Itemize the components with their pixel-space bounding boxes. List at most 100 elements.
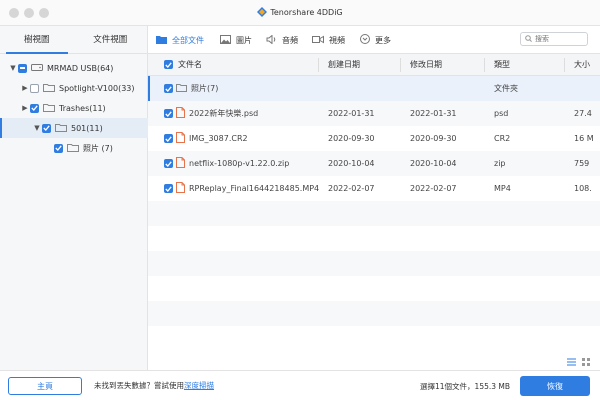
hint-text: 未找到丟失數據？嘗試使用	[94, 381, 184, 390]
file-type: MP4	[494, 184, 511, 193]
recover-button[interactable]: 恢復	[520, 376, 590, 396]
row-checkbox[interactable]	[164, 84, 173, 93]
empty-row	[148, 276, 600, 301]
home-button[interactable]: 主頁	[8, 377, 82, 395]
sidebar-tabs: 樹視圖 文件視圖	[0, 26, 147, 54]
filter-images[interactable]: 圖片	[220, 26, 252, 54]
file-size: 759	[574, 159, 590, 168]
file-icon	[176, 157, 185, 170]
folder-icon	[43, 83, 55, 94]
deep-scan-link[interactable]: 深度掃描	[184, 381, 214, 390]
audio-icon	[266, 33, 277, 46]
filter-more[interactable]: 更多	[360, 26, 391, 54]
tree-item-label: Trashes(11)	[59, 103, 106, 113]
tree-item-label: 501(11)	[71, 123, 103, 133]
row-checkbox[interactable]	[164, 134, 173, 143]
tree-checkbox[interactable]	[30, 83, 39, 93]
tree-item-photos[interactable]: 照片 (7)	[0, 138, 148, 158]
column-header-size[interactable]: 大小	[574, 54, 600, 75]
filter-label: 視頻	[329, 35, 345, 45]
expand-arrow-icon[interactable]: ▶	[20, 104, 30, 112]
filter-label: 更多	[375, 35, 391, 45]
file-created: 2020-09-30	[328, 134, 375, 143]
search-icon	[525, 34, 532, 44]
table-row[interactable]: 2022新年快樂.psd 2022-01-31 2022-01-31 psd 2…	[148, 101, 600, 126]
row-checkbox[interactable]	[164, 159, 173, 168]
file-type: psd	[494, 109, 509, 118]
file-size: 27.4	[574, 109, 592, 118]
file-icon	[176, 107, 185, 120]
table-row[interactable]: netflix-1080p-v1.22.0.zip 2020-10-04 202…	[148, 151, 600, 176]
file-name: IMG_3087.CR2	[189, 134, 248, 143]
folder-icon	[176, 83, 187, 94]
folder-icon	[55, 123, 67, 134]
file-icon	[176, 182, 185, 195]
empty-row	[148, 301, 600, 326]
expand-arrow-icon[interactable]: ▶	[20, 84, 30, 92]
tree-checkbox[interactable]	[30, 103, 39, 113]
search-box[interactable]	[520, 32, 588, 46]
filter-all-files[interactable]: 全部文件	[156, 26, 204, 54]
column-divider[interactable]	[564, 58, 565, 72]
filter-video[interactable]: 視頻	[312, 26, 345, 54]
filter-audio[interactable]: 音頻	[266, 26, 298, 54]
grid-view-icon[interactable]	[582, 358, 590, 368]
app-title-text: Tenorshare 4DDiG	[270, 8, 343, 17]
tree-checkbox[interactable]	[54, 143, 63, 153]
file-icon	[176, 132, 185, 145]
file-name: netflix-1080p-v1.22.0.zip	[189, 159, 290, 168]
tree-checkbox[interactable]	[18, 63, 27, 73]
tree-item-label: 照片 (7)	[83, 143, 113, 153]
tab-tree-view[interactable]: 樹視圖	[0, 26, 74, 54]
file-name: 2022新年快樂.psd	[189, 109, 259, 118]
empty-row	[148, 251, 600, 276]
file-type: CR2	[494, 134, 511, 143]
drive-icon	[31, 63, 43, 74]
file-size: 108.	[574, 184, 592, 193]
empty-row	[148, 326, 600, 351]
file-modified: 2020-09-30	[410, 134, 457, 143]
file-size	[574, 76, 600, 101]
select-all-checkbox[interactable]	[164, 60, 173, 69]
file-name: RPReplay_Final1644218485.MP4	[189, 184, 320, 193]
table-row[interactable]: RPReplay_Final1644218485.MP4 2022-02-07 …	[148, 176, 600, 201]
folder-icon	[67, 143, 79, 154]
column-divider[interactable]	[400, 58, 401, 72]
column-divider[interactable]	[484, 58, 485, 72]
footer-bar: 主頁 未找到丟失數據？嘗試使用深度掃描 選擇11個文件，155.3 MB 恢復	[0, 370, 600, 400]
filter-label: 全部文件	[172, 35, 204, 45]
column-header-modified[interactable]: 修改日期	[410, 54, 490, 75]
collapse-arrow-icon[interactable]: ▼	[32, 124, 42, 132]
table-row[interactable]: 照片(7) 文件夾	[148, 76, 600, 101]
tree-item-mrmad-usb[interactable]: ▼ MRMAD USB(64)	[0, 58, 148, 78]
column-header-name[interactable]: 文件名	[178, 54, 202, 75]
tab-file-view[interactable]: 文件視圖	[74, 26, 148, 53]
row-checkbox[interactable]	[164, 109, 173, 118]
file-type: 文件夾	[494, 84, 518, 93]
select-all-checkbox-cell	[164, 54, 177, 75]
selection-info: 選擇11個文件，155.3 MB	[420, 382, 511, 391]
tree-item-label: Spotlight-V100(33)	[59, 83, 135, 93]
file-type: zip	[494, 159, 506, 168]
tree-item-501[interactable]: ▼ 501(11)	[0, 118, 148, 138]
filter-label: 音頻	[282, 35, 298, 45]
column-header-type[interactable]: 類型	[494, 54, 564, 75]
table-header-row: 文件名 創建日期 修改日期 類型 大小	[148, 54, 600, 76]
table-row[interactable]: IMG_3087.CR2 2020-09-30 2020-09-30 CR2 1…	[148, 126, 600, 151]
file-created: 2022-01-31	[328, 109, 375, 118]
file-modified: 2022-02-07	[410, 184, 457, 193]
tree-item-label: MRMAD USB(64)	[47, 63, 114, 73]
column-header-created[interactable]: 創建日期	[328, 54, 408, 75]
video-icon	[312, 35, 324, 46]
list-view-icon[interactable]	[567, 358, 576, 368]
tree-item-spotlight[interactable]: ▶ Spotlight-V100(33)	[0, 78, 148, 98]
search-input[interactable]	[535, 35, 585, 43]
file-created: 2022-02-07	[328, 184, 375, 193]
image-icon	[220, 34, 231, 46]
column-divider[interactable]	[318, 58, 319, 72]
row-checkbox[interactable]	[164, 184, 173, 193]
collapse-arrow-icon[interactable]: ▼	[8, 64, 18, 72]
tree-item-trashes[interactable]: ▶ Trashes(11)	[0, 98, 148, 118]
tree-checkbox[interactable]	[42, 123, 51, 133]
app-logo-icon	[257, 7, 268, 19]
